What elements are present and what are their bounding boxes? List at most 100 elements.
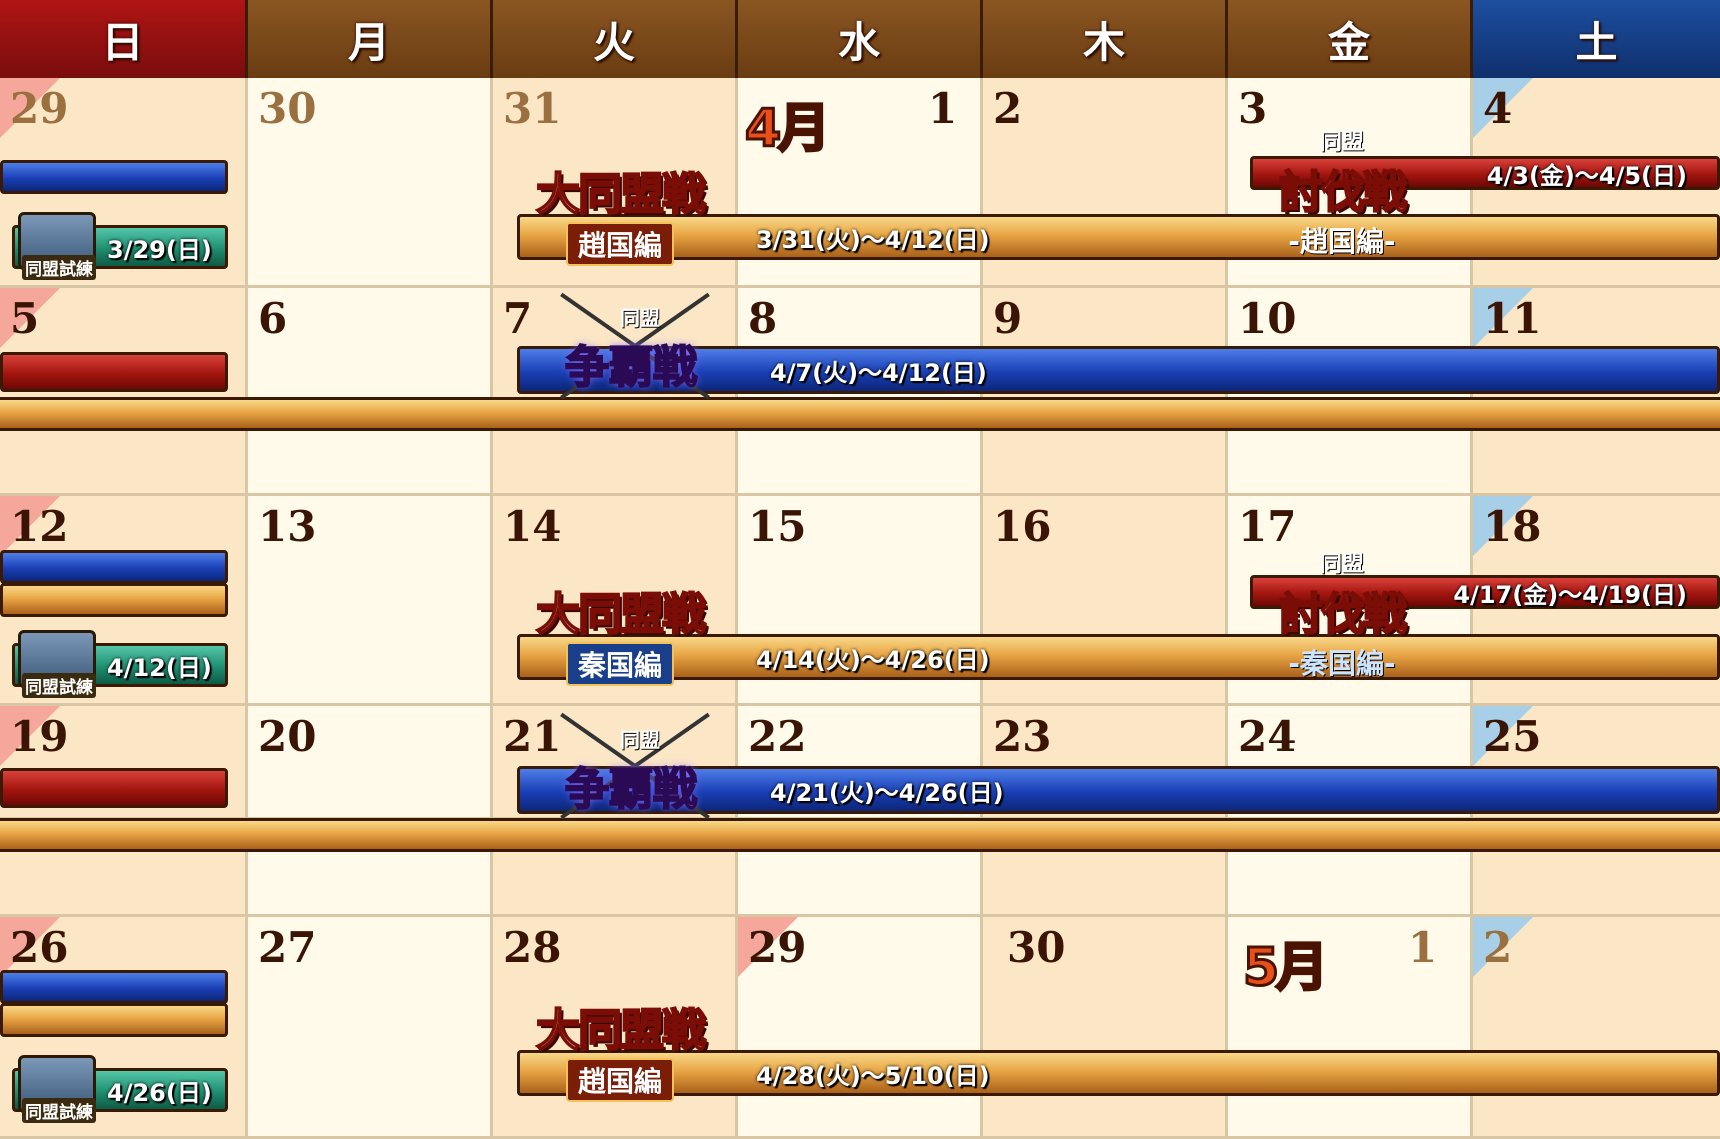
continuation-strip-gold — [0, 818, 1720, 852]
souha-dates: 4/7(火)～4/12(日) — [770, 358, 987, 387]
continuation-strip-gold — [0, 397, 1720, 431]
date-number: 23 — [993, 712, 1052, 761]
event-bar-red[interactable] — [0, 768, 228, 808]
souha-badge[interactable]: 同盟 争覇戦 — [564, 302, 715, 395]
toubatsu-title: 討伐戦 — [1278, 166, 1408, 219]
date-number: 18 — [1483, 502, 1542, 551]
spacer-cell — [1228, 428, 1473, 496]
date-number: 29 — [748, 923, 807, 972]
daidoumei-sub: 趙国編 — [565, 222, 674, 266]
spacer-cell — [0, 428, 248, 496]
date-number: 28 — [503, 923, 562, 972]
toubatsu-top: 同盟 — [1319, 552, 1364, 577]
date-number: 6 — [258, 294, 288, 343]
day-cell[interactable]: 6 — [248, 288, 493, 400]
header-tuesday: 火 — [493, 0, 738, 78]
date-number: 29 — [10, 84, 69, 133]
day-cell[interactable]: 20 — [248, 706, 493, 820]
date-number: 13 — [258, 502, 317, 551]
header-thursday: 木 — [983, 0, 1228, 78]
spacer-cell — [493, 428, 738, 496]
spacer-cell — [1228, 849, 1473, 917]
day-cell[interactable]: 27 — [248, 917, 493, 1139]
event-bar-blue[interactable] — [0, 970, 228, 1004]
daidoumei-title: 大同盟戦 — [535, 588, 707, 641]
daidoumei-sub: 秦国編 — [565, 642, 674, 686]
event-bar-gold[interactable] — [0, 583, 228, 617]
spacer-cell — [493, 849, 738, 917]
toubatsu-badge[interactable]: 同盟 討伐戦 -趙国編- — [1262, 124, 1422, 260]
souha-title: 争覇戦 — [564, 341, 698, 394]
header-monday: 月 — [248, 0, 493, 78]
date-number: 20 — [258, 712, 317, 761]
date-number: 15 — [748, 502, 807, 551]
date-number: 5 — [10, 294, 40, 343]
date-number: 14 — [503, 502, 562, 551]
date-number: 27 — [258, 923, 317, 972]
header-friday: 金 — [1228, 0, 1473, 78]
day-cell[interactable]: 29 — [738, 917, 983, 1139]
day-cell[interactable]: 30 — [248, 78, 493, 288]
daidoumei-title: 大同盟戦 — [535, 168, 707, 221]
date-number: 17 — [1238, 502, 1297, 551]
date-number: 16 — [993, 502, 1052, 551]
souha-title: 争覇戦 — [564, 763, 698, 816]
shiren-label: 同盟試練 — [22, 673, 96, 698]
day-cell[interactable]: 30 — [983, 917, 1228, 1139]
date-number: 1 — [1408, 923, 1438, 972]
spacer-cell — [738, 849, 983, 917]
day-cell[interactable]: 13 — [248, 496, 493, 706]
spacer-cell — [248, 428, 493, 496]
date-number: 8 — [748, 294, 778, 343]
date-number: 2 — [1483, 923, 1513, 972]
date-number: 21 — [503, 712, 562, 761]
daidoumei-badge[interactable]: 大同盟戦 秦国編 — [515, 578, 725, 686]
daidoumei-badge[interactable]: 大同盟戦 趙国編 — [515, 158, 725, 266]
header-wednesday: 水 — [738, 0, 983, 78]
daidoumei-dates: 4/14(火)～4/26(日) — [756, 645, 990, 674]
date-number: 19 — [10, 712, 69, 761]
header-saturday: 土 — [1473, 0, 1720, 78]
date-number: 22 — [748, 712, 807, 761]
date-number: 4 — [1483, 84, 1513, 133]
shiren-label: 同盟試練 — [22, 255, 96, 280]
event-bar-gold[interactable] — [0, 1003, 228, 1037]
spacer-cell — [0, 849, 248, 917]
shiren-dates: 3/29(日) — [107, 235, 212, 264]
event-bar-blue[interactable] — [0, 160, 228, 194]
date-number: 10 — [1238, 294, 1297, 343]
event-bar-red[interactable] — [0, 352, 228, 392]
daidoumei-badge[interactable]: 大同盟戦 趙国編 — [515, 994, 725, 1102]
date-number: 26 — [10, 923, 69, 972]
event-calendar: 日 月 火 水 木 金 土 29 30 31 1 2 3 4 4月 3/29(日… — [0, 0, 1720, 1139]
date-number: 30 — [1007, 923, 1066, 972]
date-number: 7 — [503, 294, 533, 343]
toubatsu-badge[interactable]: 同盟 討伐戦 -秦国編- — [1262, 546, 1422, 682]
month-april-label: 4月 — [743, 98, 831, 161]
souha-top: 同盟 — [620, 306, 660, 330]
date-number: 30 — [258, 84, 317, 133]
date-number: 11 — [1483, 294, 1542, 343]
toubatsu-dates: 4/17(金)～4/19(日) — [1453, 580, 1687, 609]
date-number: 25 — [1483, 712, 1542, 761]
month-may-label: 5月 — [1241, 937, 1329, 1000]
spacer-cell — [983, 428, 1228, 496]
header-sunday: 日 — [0, 0, 248, 78]
shiren-dates: 4/12(日) — [107, 653, 212, 682]
event-bar-blue[interactable] — [0, 550, 228, 584]
shiren-label: 同盟試練 — [22, 1098, 96, 1123]
toubatsu-sub: -趙国編- — [1288, 225, 1396, 258]
date-number: 1 — [928, 84, 958, 133]
souha-top: 同盟 — [620, 728, 660, 752]
date-number: 9 — [993, 294, 1023, 343]
daidoumei-dates: 4/28(火)～5/10(日) — [756, 1061, 990, 1090]
date-number: 2 — [993, 84, 1023, 133]
date-number: 31 — [503, 84, 562, 133]
spacer-cell — [1473, 428, 1720, 496]
date-number: 24 — [1238, 712, 1297, 761]
spacer-cell — [983, 849, 1228, 917]
souha-dates: 4/21(火)～4/26(日) — [770, 778, 1004, 807]
souha-badge[interactable]: 同盟 争覇戦 — [564, 724, 715, 817]
spacer-cell — [738, 428, 983, 496]
day-cell[interactable]: 2 — [1473, 917, 1720, 1139]
